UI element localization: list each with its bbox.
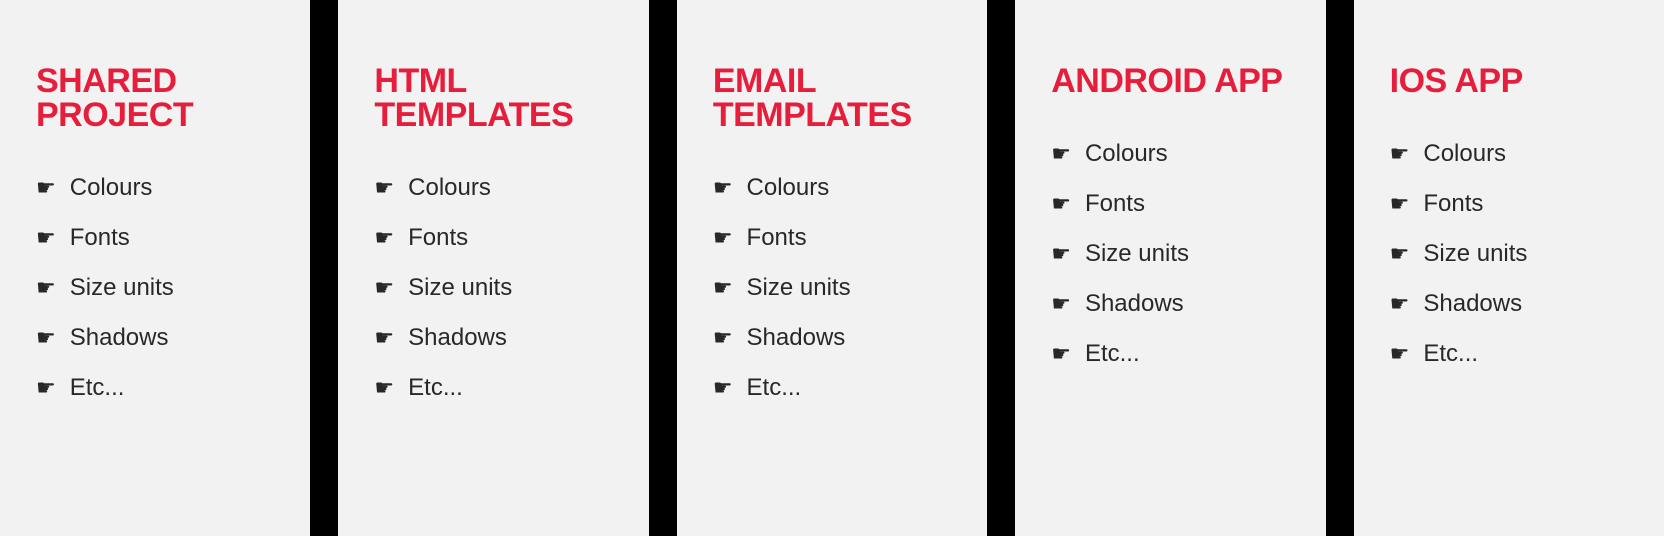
- list-item: ☛ Colours: [1390, 140, 1628, 168]
- list-item: ☛ Shadows: [713, 324, 951, 352]
- column-title: ANDROID APP: [1051, 64, 1289, 98]
- column-email-templates: EMAIL TEMPLATES ☛ Colours ☛ Fonts ☛ Size…: [677, 0, 987, 536]
- item-list: ☛ Colours ☛ Fonts ☛ Size units ☛ Shadows…: [713, 174, 951, 402]
- item-label: Size units: [70, 274, 174, 302]
- pointer-icon: ☛: [36, 377, 56, 399]
- item-list: ☛ Colours ☛ Fonts ☛ Size units ☛ Shadows…: [36, 174, 274, 402]
- pointer-icon: ☛: [1390, 243, 1410, 265]
- pointer-icon: ☛: [1390, 193, 1410, 215]
- list-item: ☛ Fonts: [713, 224, 951, 252]
- list-item: ☛ Size units: [1051, 240, 1289, 268]
- list-item: ☛ Etc...: [713, 374, 951, 402]
- list-item: ☛ Etc...: [374, 374, 612, 402]
- item-list: ☛ Colours ☛ Fonts ☛ Size units ☛ Shadows…: [1051, 140, 1289, 368]
- list-item: ☛ Size units: [713, 274, 951, 302]
- item-label: Size units: [408, 274, 512, 302]
- pointer-icon: ☛: [713, 277, 733, 299]
- list-item: ☛ Shadows: [36, 324, 274, 352]
- column-title: HTML TEMPLATES: [374, 64, 612, 132]
- pointer-icon: ☛: [374, 177, 394, 199]
- item-label: Etc...: [1085, 340, 1140, 368]
- pointer-icon: ☛: [36, 177, 56, 199]
- item-label: Colours: [408, 174, 491, 202]
- item-label: Colours: [747, 174, 830, 202]
- pointer-icon: ☛: [1051, 343, 1071, 365]
- item-label: Shadows: [1085, 290, 1184, 318]
- list-item: ☛ Etc...: [1390, 340, 1628, 368]
- pointer-icon: ☛: [374, 227, 394, 249]
- column-title: EMAIL TEMPLATES: [713, 64, 951, 132]
- item-label: Etc...: [70, 374, 125, 402]
- column-android-app: ANDROID APP ☛ Colours ☛ Fonts ☛ Size uni…: [1015, 0, 1325, 536]
- item-label: Etc...: [1423, 340, 1478, 368]
- item-label: Size units: [1423, 240, 1527, 268]
- item-label: Fonts: [70, 224, 130, 252]
- item-label: Colours: [70, 174, 153, 202]
- pointer-icon: ☛: [1051, 243, 1071, 265]
- pointer-icon: ☛: [1051, 143, 1071, 165]
- item-label: Shadows: [747, 324, 846, 352]
- item-label: Fonts: [1423, 190, 1483, 218]
- item-label: Size units: [1085, 240, 1189, 268]
- item-label: Shadows: [1423, 290, 1522, 318]
- list-item: ☛ Colours: [713, 174, 951, 202]
- item-label: Fonts: [747, 224, 807, 252]
- item-label: Colours: [1423, 140, 1506, 168]
- item-label: Colours: [1085, 140, 1168, 168]
- list-item: ☛ Fonts: [1390, 190, 1628, 218]
- list-item: ☛ Colours: [374, 174, 612, 202]
- column-shared-project: SHARED PROJECT ☛ Colours ☛ Fonts ☛ Size …: [0, 0, 310, 536]
- list-item: ☛ Shadows: [1390, 290, 1628, 318]
- item-label: Etc...: [747, 374, 802, 402]
- pointer-icon: ☛: [36, 327, 56, 349]
- list-item: ☛ Colours: [1051, 140, 1289, 168]
- pointer-icon: ☛: [1051, 193, 1071, 215]
- item-label: Fonts: [1085, 190, 1145, 218]
- list-item: ☛ Etc...: [1051, 340, 1289, 368]
- pointer-icon: ☛: [1051, 293, 1071, 315]
- list-item: ☛ Size units: [36, 274, 274, 302]
- list-item: ☛ Fonts: [374, 224, 612, 252]
- pointer-icon: ☛: [36, 227, 56, 249]
- list-item: ☛ Size units: [1390, 240, 1628, 268]
- list-item: ☛ Fonts: [36, 224, 274, 252]
- pointer-icon: ☛: [374, 327, 394, 349]
- item-label: Size units: [747, 274, 851, 302]
- column-ios-app: IOS APP ☛ Colours ☛ Fonts ☛ Size units ☛…: [1354, 0, 1664, 536]
- list-item: ☛ Size units: [374, 274, 612, 302]
- pointer-icon: ☛: [1390, 143, 1410, 165]
- pointer-icon: ☛: [713, 177, 733, 199]
- list-item: ☛ Etc...: [36, 374, 274, 402]
- list-item: ☛ Shadows: [1051, 290, 1289, 318]
- pointer-icon: ☛: [1390, 343, 1410, 365]
- column-title: SHARED PROJECT: [36, 64, 274, 132]
- list-item: ☛ Shadows: [374, 324, 612, 352]
- pointer-icon: ☛: [36, 277, 56, 299]
- column-title: IOS APP: [1390, 64, 1628, 98]
- pointer-icon: ☛: [374, 277, 394, 299]
- item-label: Etc...: [408, 374, 463, 402]
- pointer-icon: ☛: [713, 377, 733, 399]
- item-label: Shadows: [70, 324, 169, 352]
- item-list: ☛ Colours ☛ Fonts ☛ Size units ☛ Shadows…: [1390, 140, 1628, 368]
- pointer-icon: ☛: [713, 327, 733, 349]
- list-item: ☛ Colours: [36, 174, 274, 202]
- list-item: ☛ Fonts: [1051, 190, 1289, 218]
- column-html-templates: HTML TEMPLATES ☛ Colours ☛ Fonts ☛ Size …: [338, 0, 648, 536]
- pointer-icon: ☛: [374, 377, 394, 399]
- pointer-icon: ☛: [713, 227, 733, 249]
- item-label: Fonts: [408, 224, 468, 252]
- pointer-icon: ☛: [1390, 293, 1410, 315]
- item-list: ☛ Colours ☛ Fonts ☛ Size units ☛ Shadows…: [374, 174, 612, 402]
- item-label: Shadows: [408, 324, 507, 352]
